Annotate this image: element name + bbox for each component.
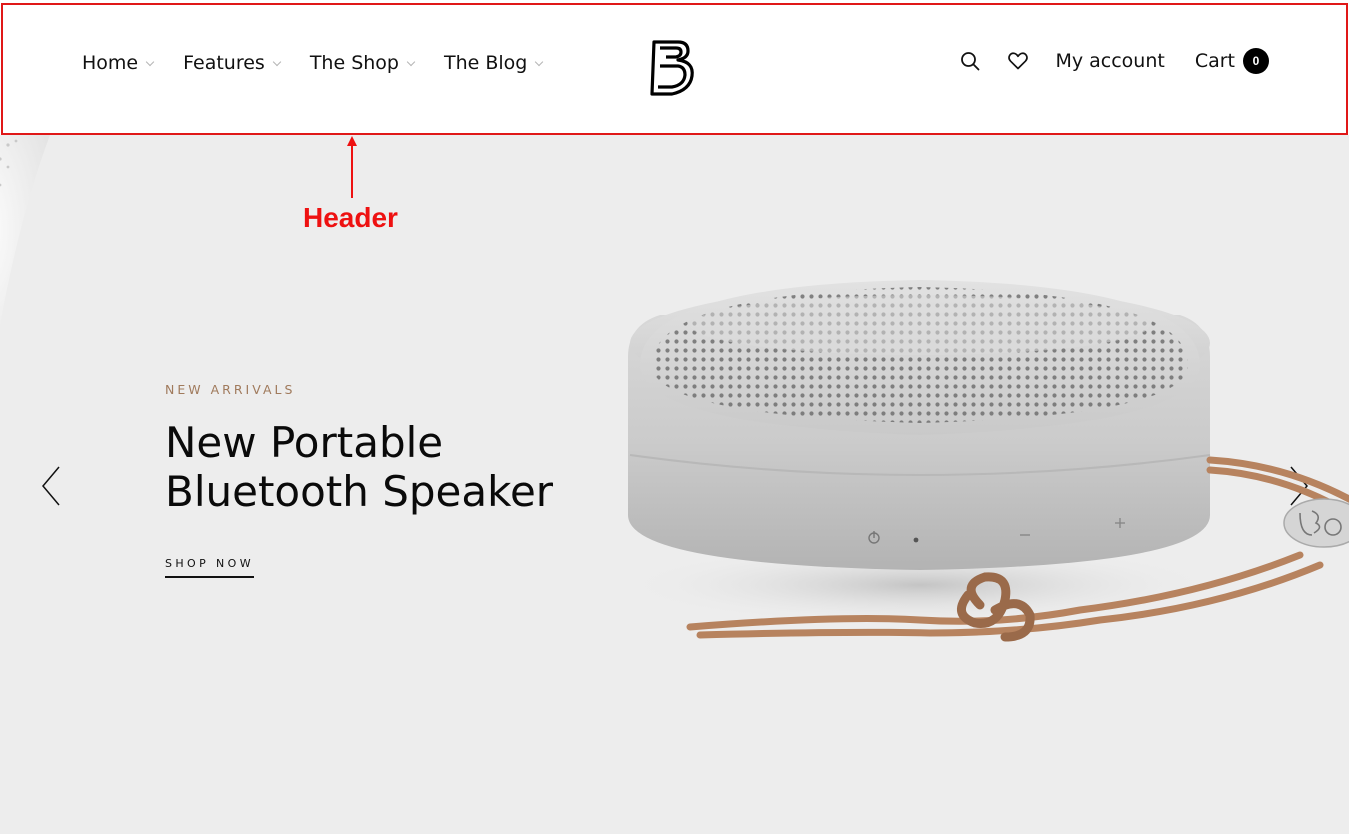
arrow-up-icon (347, 136, 357, 198)
hero-title-line: Bluetooth Speaker (165, 467, 554, 516)
chevron-left-icon[interactable] (40, 465, 62, 507)
page: Home Features The Shop The Blog My accou… (0, 0, 1349, 834)
hero-eyebrow: NEW ARRIVALS (165, 382, 296, 397)
hero-title: New Portable Bluetooth Speaker (165, 418, 585, 516)
speaker-edge-image (0, 135, 50, 325)
hero-title-line: New Portable (165, 418, 444, 467)
shop-now-button[interactable]: SHOP NOW (165, 557, 255, 578)
speaker-product-image (620, 280, 1349, 642)
hero-slider: NEW ARRIVALS New Portable Bluetooth Spea… (0, 135, 1349, 834)
header-annotation-box (1, 3, 1348, 135)
site-header: Home Features The Shop The Blog My accou… (0, 0, 1349, 135)
annotation-label: Header (303, 202, 398, 233)
